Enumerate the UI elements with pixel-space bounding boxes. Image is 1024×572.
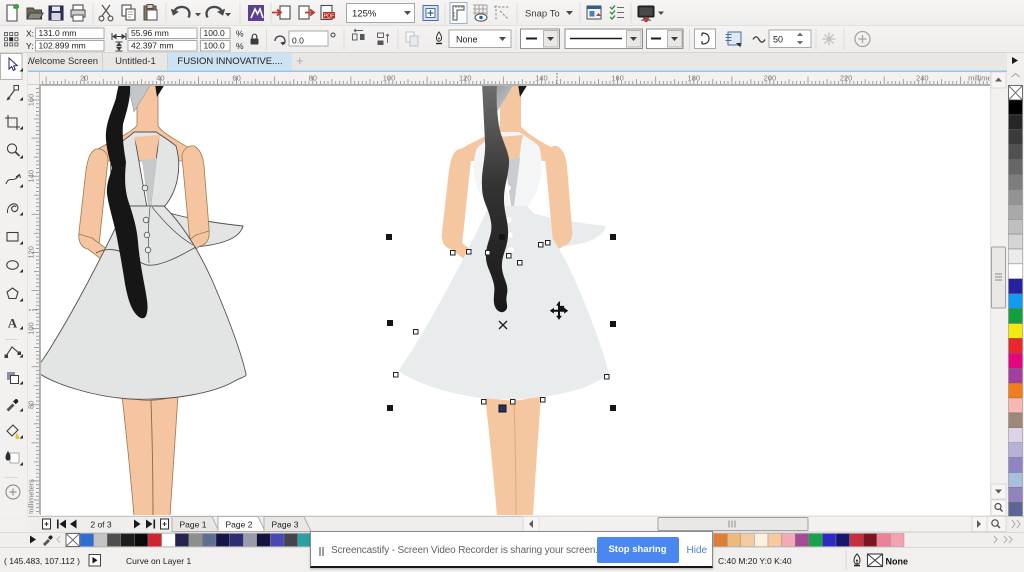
svg-text:120: 120 [459, 74, 472, 83]
svg-text:60: 60 [232, 74, 240, 83]
svg-text:40: 40 [156, 74, 164, 83]
svg-text:42.397 mm: 42.397 mm [131, 40, 174, 50]
svg-text:Y:: Y: [26, 41, 34, 51]
svg-text:100: 100 [383, 74, 396, 83]
svg-text:131.0 mm: 131.0 mm [39, 28, 77, 38]
svg-text:C:40 M:20 Y:0 K:40: C:40 M:20 Y:0 K:40 [718, 556, 792, 566]
svg-text:160: 160 [28, 94, 36, 107]
svg-text:A: A [8, 316, 18, 331]
svg-text:102.899 mm: 102.899 mm [39, 40, 86, 50]
svg-text:None: None [456, 35, 478, 45]
svg-text:220: 220 [840, 74, 853, 83]
svg-text:Page 2: Page 2 [226, 520, 253, 530]
svg-text:%: % [236, 41, 244, 51]
svg-text:X:: X: [26, 29, 34, 39]
svg-text:Page 3: Page 3 [272, 520, 299, 530]
svg-text:Page 1: Page 1 [180, 520, 207, 530]
svg-text:Curve on Layer 1: Curve on Layer 1 [126, 556, 191, 566]
svg-text:80: 80 [309, 74, 317, 83]
svg-text:50: 50 [773, 35, 783, 45]
svg-text:millimeters: millimeters [28, 479, 36, 514]
svg-text:PDF: PDF [324, 14, 336, 20]
svg-text:180: 180 [688, 74, 701, 83]
svg-text:None: None [886, 557, 909, 567]
svg-text:100.0: 100.0 [204, 28, 226, 38]
svg-text:0.0: 0.0 [292, 35, 304, 45]
svg-text:100: 100 [28, 322, 36, 335]
svg-text:100.0: 100.0 [204, 40, 226, 50]
svg-text:160: 160 [611, 74, 624, 83]
svg-text:Snap To: Snap To [525, 9, 560, 20]
svg-text:80: 80 [28, 401, 36, 409]
svg-text:%: % [236, 29, 244, 39]
svg-text:( 145.483, 107.112 ): ( 145.483, 107.112 ) [4, 556, 80, 566]
svg-text:55.96 mm: 55.96 mm [131, 28, 169, 38]
svg-text:140: 140 [535, 74, 548, 83]
svg-text:20: 20 [80, 74, 88, 83]
svg-text:125%: 125% [352, 9, 377, 20]
svg-text:120: 120 [28, 246, 36, 259]
svg-text:240: 240 [916, 74, 929, 83]
svg-text:140: 140 [28, 170, 36, 183]
svg-text:2 of 3: 2 of 3 [90, 520, 112, 530]
svg-text:200: 200 [764, 74, 777, 83]
